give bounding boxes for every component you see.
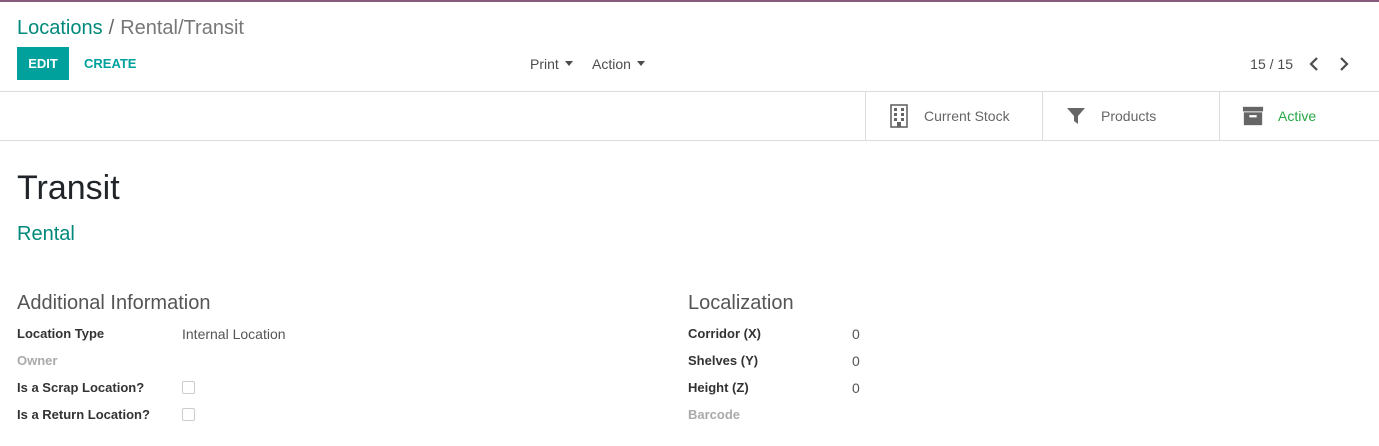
location-type-value: Internal Location	[182, 326, 286, 342]
action-label: Action	[592, 55, 631, 72]
localization-heading: Localization	[688, 292, 794, 314]
breadcrumb-separator: /	[108, 17, 115, 39]
active-toggle-button[interactable]: Active	[1219, 92, 1379, 140]
scrap-location-label: Is a Scrap Location?	[17, 380, 145, 395]
building-icon	[888, 104, 910, 128]
products-button[interactable]: Products	[1042, 92, 1220, 140]
filter-icon	[1065, 104, 1087, 128]
active-label: Active	[1278, 108, 1317, 124]
print-dropdown[interactable]: Print	[530, 47, 573, 80]
products-label: Products	[1101, 108, 1157, 124]
shelves-value: 0	[852, 353, 860, 369]
barcode-label: Barcode	[688, 407, 741, 422]
owner-label: Owner	[17, 353, 58, 368]
location-type-label: Location Type	[17, 326, 105, 341]
shelves-label: Shelves (Y)	[688, 353, 759, 368]
archive-icon	[1242, 104, 1264, 128]
chevron-right-icon[interactable]	[1333, 47, 1355, 80]
breadcrumb-current: Rental/Transit	[120, 17, 244, 39]
caret-down-icon	[564, 61, 573, 66]
pager-value[interactable]: 15 / 15	[1250, 47, 1293, 80]
additional-information-heading: Additional Information	[17, 292, 211, 314]
smart-button-box: Current Stock Products Active	[0, 92, 1379, 141]
breadcrumb-parent-link[interactable]: Locations	[17, 17, 103, 39]
create-button[interactable]: CREATE	[76, 47, 144, 80]
control-panel: Locations / Rental/Transit EDIT CREATE Pri…	[0, 2, 1379, 92]
corridor-label: Corridor (X)	[688, 326, 761, 341]
scrap-location-checkbox[interactable]	[182, 381, 195, 394]
return-location-label: Is a Return Location?	[17, 407, 150, 422]
height-label: Height (Z)	[688, 380, 749, 395]
current-stock-label: Current Stock	[924, 108, 1010, 124]
print-label: Print	[530, 55, 559, 72]
record-title: Transit	[17, 169, 120, 207]
edit-button[interactable]: EDIT	[17, 47, 69, 80]
corridor-value: 0	[852, 326, 860, 342]
chevron-left-icon[interactable]	[1303, 47, 1325, 80]
action-dropdown[interactable]: Action	[592, 47, 645, 80]
breadcrumb: Locations / Rental/Transit	[17, 16, 244, 40]
height-value: 0	[852, 380, 860, 396]
parent-location-link[interactable]: Rental	[17, 221, 75, 247]
caret-down-icon	[636, 61, 645, 66]
return-location-checkbox[interactable]	[182, 408, 195, 421]
current-stock-button[interactable]: Current Stock	[865, 92, 1043, 140]
